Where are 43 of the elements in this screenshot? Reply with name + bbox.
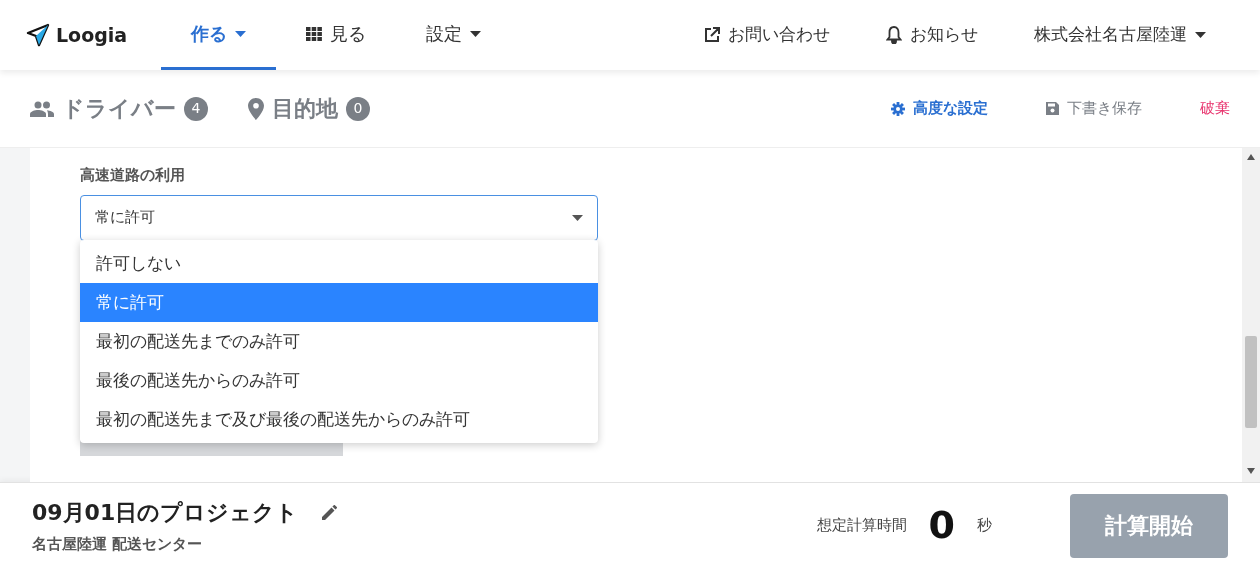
estimate-unit: 秒 xyxy=(977,515,992,537)
count-badge: 4 xyxy=(184,96,208,121)
action-button[interactable]: 破棄 xyxy=(1200,97,1230,120)
dropdown-option[interactable]: 最後の配送先からのみ許可 xyxy=(80,361,598,400)
logo-icon xyxy=(26,23,50,47)
caret-icon xyxy=(470,30,482,37)
nav-tab[interactable]: 設定 xyxy=(396,0,512,70)
project-title: 09月01日のプロジェクト xyxy=(32,498,299,527)
bell-icon xyxy=(886,26,902,44)
nav-link[interactable]: お知らせ xyxy=(858,0,1006,70)
scroll-up-icon[interactable] xyxy=(1247,154,1255,160)
estimate-value: 0 xyxy=(928,502,955,549)
dropdown-option[interactable]: 最初の配送先まで及び最後の配送先からのみ許可 xyxy=(80,400,598,439)
project-subtitle: 名古屋陸運 配送センター xyxy=(32,533,204,555)
caret-icon xyxy=(572,214,583,221)
settings-icon xyxy=(891,101,905,116)
pencil-icon[interactable] xyxy=(322,504,339,521)
field-label: 高速道路の利用 xyxy=(80,165,186,186)
scrollbar[interactable] xyxy=(1242,148,1260,482)
count-badge: 0 xyxy=(346,96,370,121)
caret-icon xyxy=(1195,32,1206,38)
nav-link[interactable]: 株式会社名古屋陸運 xyxy=(1006,0,1234,70)
tab-label[interactable]: 目的地 xyxy=(272,92,338,125)
select-field[interactable]: 常に許可 xyxy=(80,194,598,241)
dropdown-option[interactable]: 常に許可 xyxy=(80,283,598,322)
logo-text: Loogia xyxy=(56,22,128,48)
scroll-down-icon[interactable] xyxy=(1247,468,1255,474)
external-link-icon xyxy=(704,27,720,43)
action-button[interactable]: 下書き保存 xyxy=(1046,97,1142,120)
nav-link[interactable]: お問い合わせ xyxy=(676,0,858,70)
tab-label[interactable]: ドライバー xyxy=(62,92,176,125)
caret-icon xyxy=(235,30,247,37)
dropdown-option[interactable]: 許可しない xyxy=(80,244,598,283)
people-icon xyxy=(30,100,54,117)
estimate-label: 想定計算時間 xyxy=(816,515,907,537)
scrollbar-thumb[interactable] xyxy=(1245,336,1257,428)
action-button[interactable]: 高度な設定 xyxy=(891,97,988,120)
grid-icon xyxy=(306,26,323,41)
location-pin-icon xyxy=(248,97,264,120)
nav-tab[interactable]: 見る xyxy=(276,0,397,70)
nav-tab[interactable]: 作る xyxy=(161,0,277,70)
save-icon xyxy=(1046,102,1059,115)
dropdown-option[interactable]: 最初の配送先までのみ許可 xyxy=(80,322,598,361)
